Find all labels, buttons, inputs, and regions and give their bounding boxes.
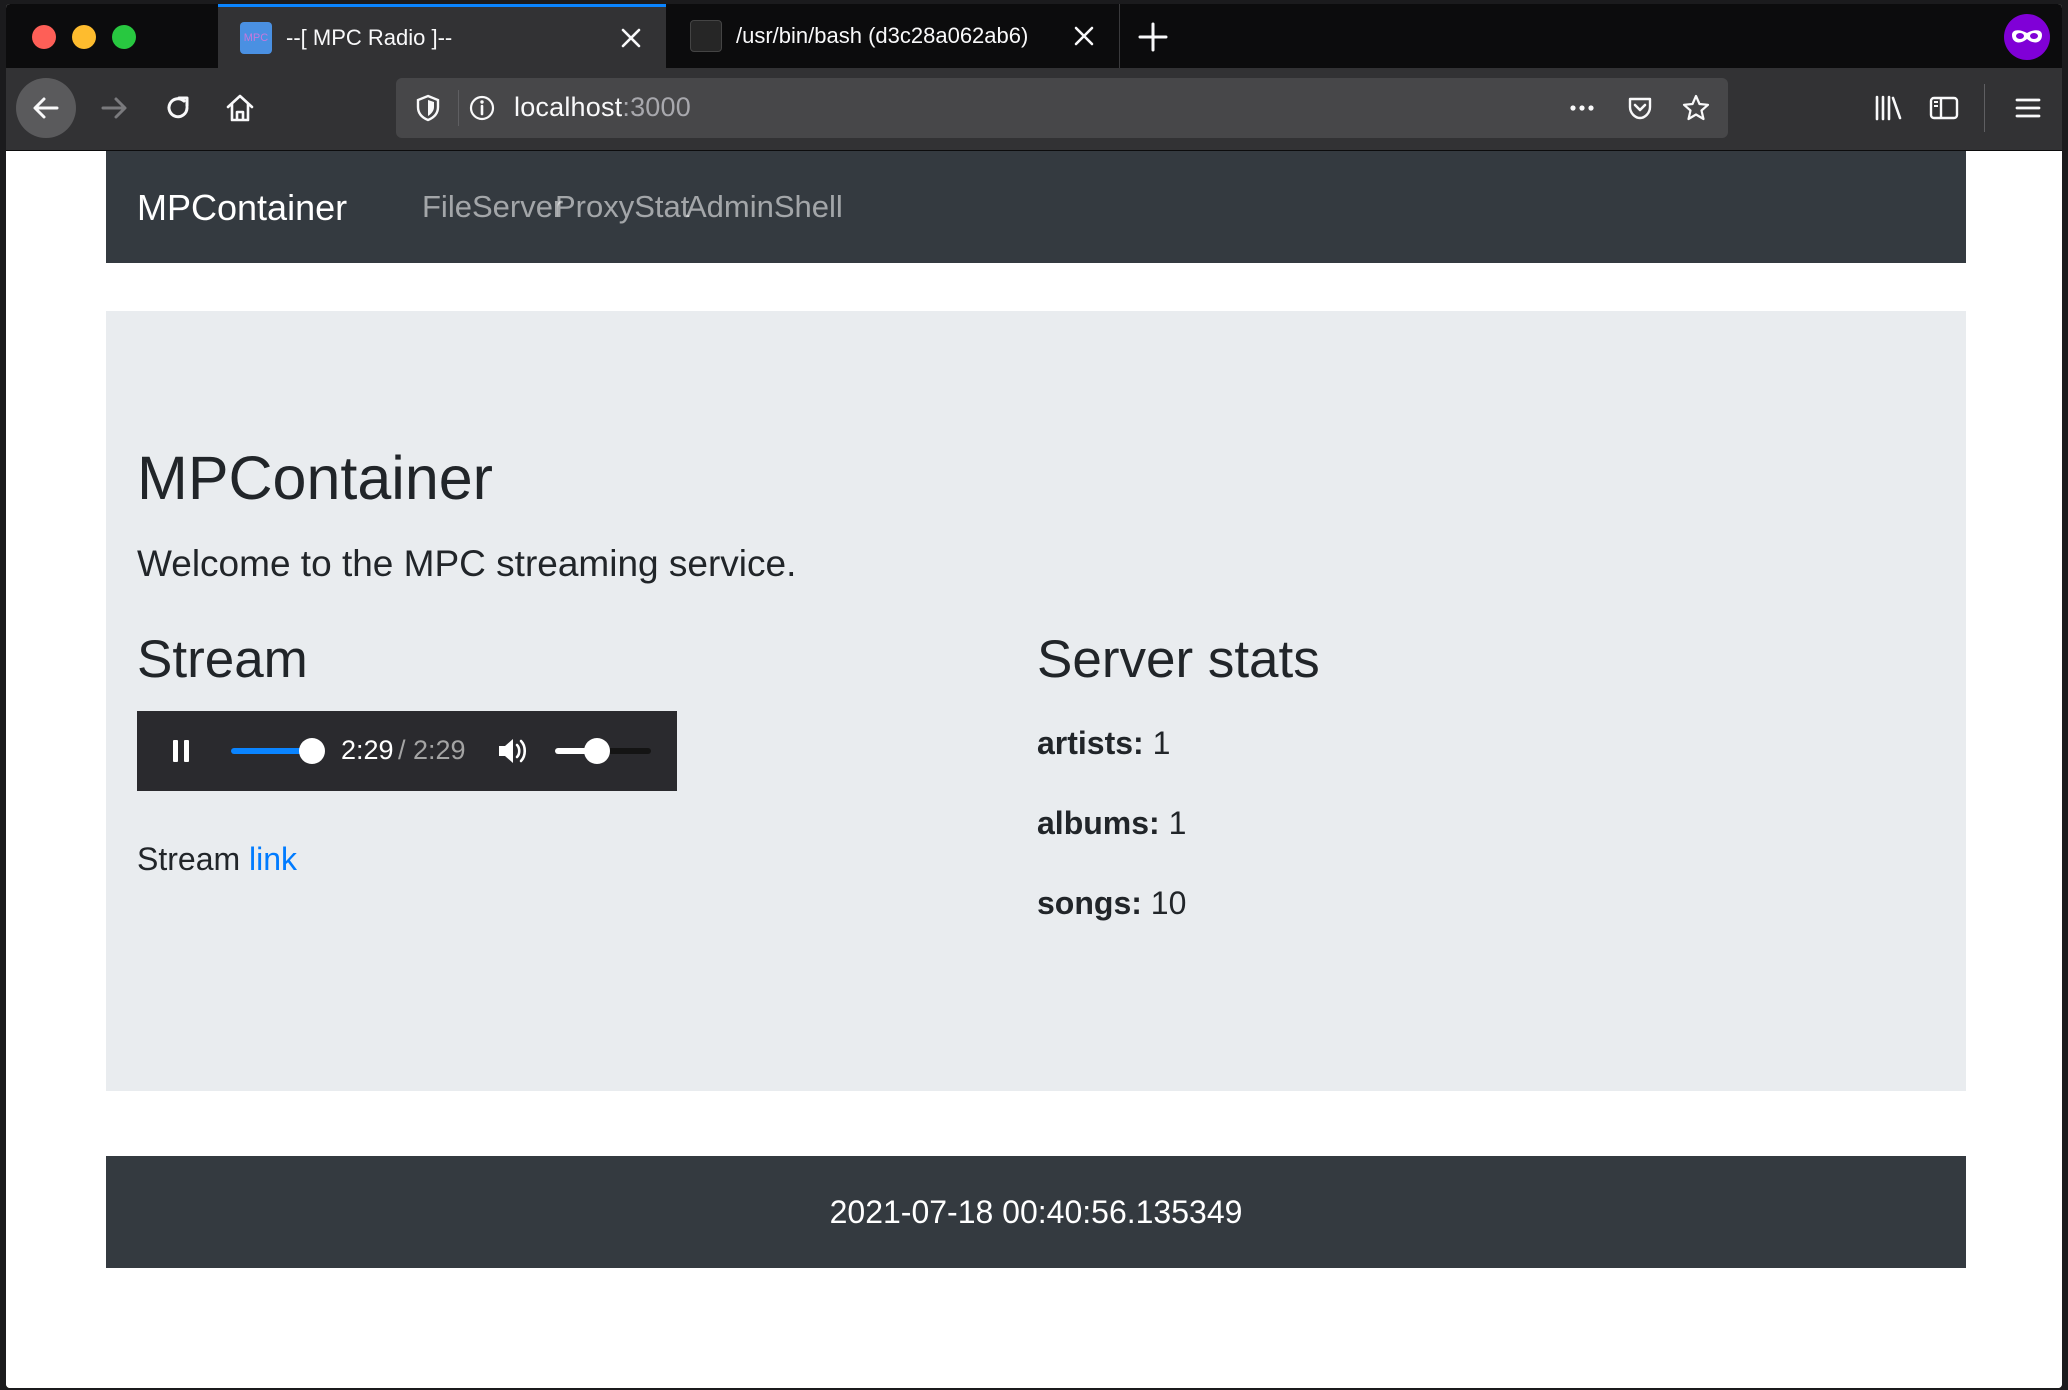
stat-label: artists: bbox=[1037, 725, 1144, 761]
toolbar-divider bbox=[1984, 84, 1985, 132]
stat-artists: artists: 1 bbox=[1037, 725, 1170, 762]
nav-link-fileserver[interactable]: FileServer bbox=[422, 189, 563, 225]
progress-thumb[interactable] bbox=[299, 738, 325, 764]
home-icon bbox=[226, 94, 254, 122]
stat-value: 10 bbox=[1150, 885, 1187, 921]
time-total: / 2:29 bbox=[398, 735, 466, 765]
stat-albums: albums: 1 bbox=[1037, 805, 1186, 842]
stat-value: 1 bbox=[1168, 805, 1187, 841]
pause-icon[interactable] bbox=[167, 737, 195, 765]
minimize-window-button[interactable] bbox=[72, 25, 96, 49]
mask-icon bbox=[2012, 30, 2042, 43]
stream-heading: Stream bbox=[137, 630, 308, 689]
nav-link-proxystat[interactable]: ProxyStat bbox=[555, 189, 689, 225]
info-icon[interactable] bbox=[466, 92, 498, 124]
home-button[interactable] bbox=[220, 88, 260, 128]
url-text[interactable]: localhost:3000 bbox=[514, 92, 691, 123]
navbar-brand[interactable]: MPContainer bbox=[137, 187, 347, 229]
star-icon[interactable] bbox=[1680, 92, 1712, 124]
stream-link-line: Stream link bbox=[137, 841, 297, 878]
tab-mpc-radio[interactable]: MPC --[ MPC Radio ]-- bbox=[218, 4, 666, 68]
new-tab-icon[interactable] bbox=[1136, 20, 1170, 54]
time-current: 2:29 bbox=[341, 735, 394, 765]
reload-icon bbox=[167, 96, 189, 119]
url-bar[interactable]: localhost:3000 bbox=[396, 78, 1728, 138]
tab-bash[interactable]: /usr/bin/bash (d3c28a062ab6) bbox=[668, 4, 1120, 68]
tab-title: --[ MPC Radio ]-- bbox=[286, 24, 453, 50]
stream-link[interactable]: link bbox=[249, 841, 297, 877]
nav-link-adminshell[interactable]: AdminShell bbox=[686, 189, 843, 225]
web-page: MPContainer FileServer ProxyStat AdminSh… bbox=[6, 151, 2062, 1388]
site-navbar: MPContainer FileServer ProxyStat AdminSh… bbox=[106, 151, 1966, 263]
more-actions-icon[interactable] bbox=[1566, 92, 1598, 124]
audio-player[interactable]: 2:29 / 2:29 bbox=[137, 711, 677, 791]
zoom-window-button[interactable] bbox=[112, 25, 136, 49]
stat-label: albums: bbox=[1037, 805, 1160, 841]
stream-link-prefix: Stream bbox=[137, 841, 241, 877]
sidebar-icon bbox=[1929, 96, 1959, 120]
sidebar-button[interactable] bbox=[1924, 88, 1964, 128]
arrow-right-icon bbox=[101, 97, 127, 119]
volume-thumb[interactable] bbox=[584, 738, 610, 764]
library-button[interactable] bbox=[1868, 88, 1908, 128]
shield-icon[interactable] bbox=[412, 92, 444, 124]
browser-window: MPC --[ MPC Radio ]-- /usr/bin/bash (d3c… bbox=[6, 4, 2062, 1388]
menu-button[interactable] bbox=[2008, 88, 2048, 128]
private-browsing-icon bbox=[2004, 14, 2050, 60]
back-button[interactable] bbox=[16, 78, 76, 138]
mpc-favicon-icon: MPC bbox=[240, 21, 272, 54]
navigation-toolbar: localhost:3000 bbox=[6, 68, 2062, 151]
page-footer: 2021-07-18 00:40:56.135349 bbox=[106, 1156, 1966, 1268]
page-title: MPContainer bbox=[137, 444, 493, 512]
tab-title: /usr/bin/bash (d3c28a062ab6) bbox=[736, 23, 1029, 48]
url-divider bbox=[458, 90, 459, 126]
terminal-favicon-icon bbox=[690, 20, 722, 52]
stat-songs: songs: 10 bbox=[1037, 885, 1186, 922]
stat-value: 1 bbox=[1152, 725, 1171, 761]
arrow-left-icon bbox=[33, 97, 59, 119]
footer-timestamp: 2021-07-18 00:40:56.135349 bbox=[829, 1193, 1243, 1230]
welcome-lead: Welcome to the MPC streaming service. bbox=[137, 543, 797, 584]
url-port: :3000 bbox=[622, 92, 691, 122]
url-host: localhost bbox=[514, 92, 623, 122]
tab-strip: MPC --[ MPC Radio ]-- /usr/bin/bash (d3c… bbox=[6, 4, 2062, 68]
close-window-button[interactable] bbox=[32, 25, 56, 49]
library-icon bbox=[1875, 95, 1902, 121]
volume-icon[interactable] bbox=[495, 733, 531, 769]
server-stats-heading: Server stats bbox=[1037, 630, 1320, 689]
close-tab-icon[interactable] bbox=[618, 25, 644, 51]
jumbotron: MPContainer Welcome to the MPC streaming… bbox=[106, 311, 1966, 1091]
pocket-icon[interactable] bbox=[1624, 92, 1656, 124]
hamburger-menu-icon bbox=[2015, 98, 2041, 118]
reload-button[interactable] bbox=[158, 88, 198, 128]
forward-button[interactable] bbox=[94, 88, 134, 128]
stat-label: songs: bbox=[1037, 885, 1142, 921]
close-tab-icon[interactable] bbox=[1071, 23, 1097, 49]
